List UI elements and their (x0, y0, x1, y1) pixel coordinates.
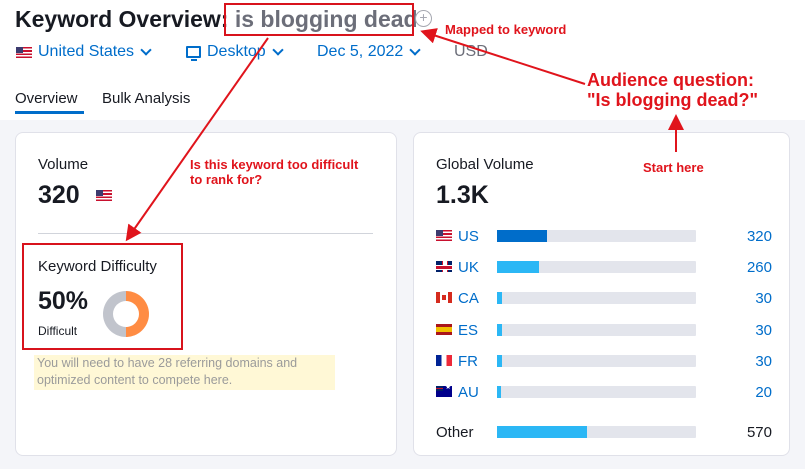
volume-bar-fill (497, 261, 539, 273)
country-selector[interactable]: United States (16, 43, 152, 61)
country-volume[interactable]: 260 (747, 259, 772, 276)
active-tab-indicator (15, 111, 84, 114)
ca-flag-icon (436, 292, 452, 303)
volume-bar-track (497, 355, 696, 367)
other-label: Other (436, 424, 474, 441)
country-code[interactable]: CA (458, 290, 479, 307)
annotation-mapped: Mapped to keyword (445, 22, 567, 37)
difficulty-donut-chart (103, 291, 149, 337)
country-volume[interactable]: 30 (755, 290, 772, 307)
country-code[interactable]: UK (458, 259, 479, 276)
chevron-down-icon (140, 43, 152, 56)
device-selector[interactable]: Desktop (186, 43, 284, 61)
date-selector[interactable]: Dec 5, 2022 (317, 43, 421, 61)
country-code[interactable]: ES (458, 322, 478, 339)
volume-label: Volume (38, 156, 89, 173)
chevron-down-icon (409, 43, 421, 56)
annotation-difficult-line2: to rank for? (190, 172, 263, 187)
global-volume-label: Global Volume (436, 156, 534, 173)
country-row-fr[interactable]: FR 30 (436, 353, 776, 373)
country-label: United States (38, 43, 135, 60)
date-label: Dec 5, 2022 (317, 43, 404, 60)
other-volume: 570 (746, 424, 772, 441)
us-flag-icon (96, 190, 112, 201)
country-row-es[interactable]: ES 30 (436, 322, 776, 342)
title-prefix: Keyword Overview: (15, 6, 229, 32)
difficulty-level: Difficult (38, 324, 78, 338)
volume-bar-track (497, 230, 696, 242)
chevron-down-icon (272, 43, 284, 56)
volume-bar-fill (497, 230, 547, 242)
difficulty-label: Keyword Difficulty (38, 258, 157, 275)
fr-flag-icon (436, 355, 452, 366)
divider (38, 233, 373, 234)
country-volume[interactable]: 30 (755, 322, 772, 339)
annotation-audience-line1: Audience question: (587, 70, 755, 90)
country-row-au[interactable]: AU 20 (436, 384, 776, 404)
tab-bulk-analysis[interactable]: Bulk Analysis (102, 90, 190, 107)
volume-bar-track (497, 261, 696, 273)
au-flag-icon (436, 386, 452, 397)
country-row-uk[interactable]: UK 260 (436, 259, 776, 279)
device-label: Desktop (207, 43, 266, 60)
country-row-other: Other 570 (436, 424, 776, 444)
volume-bar-track (497, 426, 696, 438)
difficulty-value: 50% (38, 287, 89, 315)
add-circle-icon[interactable]: + (415, 10, 432, 27)
country-volume[interactable]: 20 (755, 384, 772, 401)
us-flag-icon (436, 230, 452, 241)
uk-flag-icon (436, 261, 452, 272)
tab-overview[interactable]: Overview (15, 90, 78, 107)
country-volume[interactable]: 30 (755, 353, 772, 370)
volume-bar-track (497, 386, 696, 398)
currency-label: USD (454, 43, 488, 60)
difficulty-hint: You will need to have 28 referring domai… (34, 355, 335, 390)
annotation-difficult-line1: Is this keyword too difficult (190, 157, 359, 172)
volume-bar-track (497, 292, 696, 304)
volume-bar-fill (497, 355, 502, 367)
global-volume-value: 1.3K (436, 181, 489, 209)
keyword-highlight-box (224, 3, 414, 36)
us-flag-icon (16, 46, 32, 58)
volume-bar-fill (497, 386, 501, 398)
country-row-us[interactable]: US 320 (436, 228, 776, 248)
country-code[interactable]: US (458, 228, 479, 245)
annotation-audience-line2: "Is blogging dead?" (587, 90, 759, 110)
country-code[interactable]: AU (458, 384, 479, 401)
volume-bar-fill (497, 426, 587, 438)
volume-bar-fill (497, 324, 502, 336)
volume-value: 320 (38, 181, 80, 209)
es-flag-icon (436, 324, 452, 335)
volume-bar-track (497, 324, 696, 336)
country-code[interactable]: FR (458, 353, 478, 370)
annotation-start: Start here (643, 160, 704, 175)
country-volume[interactable]: 320 (747, 228, 772, 245)
desktop-icon (186, 46, 201, 61)
volume-bar-fill (497, 292, 502, 304)
country-row-ca[interactable]: CA 30 (436, 290, 776, 310)
